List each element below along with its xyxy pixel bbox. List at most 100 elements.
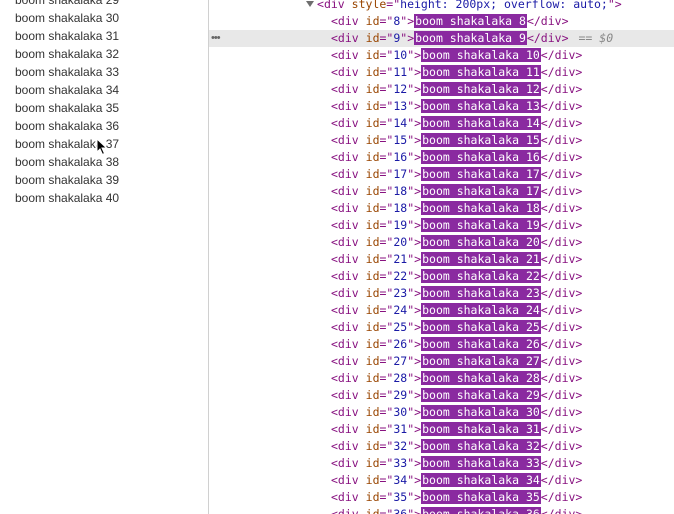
dom-node[interactable]: <div id="36">boom shakalaka 36</div>	[209, 506, 674, 514]
node-text-highlight[interactable]: boom shakalaka 12	[421, 82, 541, 96]
dom-node-parent[interactable]: <div style="height: 200px; overflow: aut…	[209, 0, 674, 13]
node-text-highlight[interactable]: boom shakalaka 32	[421, 439, 541, 453]
open-tag-bracket: <div	[331, 337, 359, 351]
close-tag: </div>	[540, 150, 583, 164]
node-text-highlight[interactable]: boom shakalaka 36	[421, 507, 541, 514]
node-text-highlight[interactable]: boom shakalaka 8	[414, 14, 527, 28]
node-text-highlight[interactable]: boom shakalaka 21	[421, 252, 541, 266]
dom-node[interactable]: <div id="10">boom shakalaka 10</div>	[209, 47, 674, 64]
dom-node[interactable]: <div id="25">boom shakalaka 25</div>	[209, 319, 674, 336]
attr-value-id: 21	[393, 252, 408, 266]
attr-eq: ="	[379, 99, 394, 113]
dom-node[interactable]: <div id="17">boom shakalaka 17</div>	[209, 166, 674, 183]
dom-node[interactable]: <div id="23">boom shakalaka 23</div>	[209, 285, 674, 302]
attr-value-id: 11	[393, 65, 408, 79]
node-text-highlight[interactable]: boom shakalaka 24	[421, 303, 541, 317]
node-text-highlight[interactable]: boom shakalaka 27	[421, 354, 541, 368]
node-text-highlight[interactable]: boom shakalaka 19	[421, 218, 541, 232]
dom-node[interactable]: <div id="33">boom shakalaka 33</div>	[209, 455, 674, 472]
node-text-highlight[interactable]: boom shakalaka 10	[421, 48, 541, 62]
open-tag-bracket: <div	[331, 65, 359, 79]
node-text-highlight[interactable]: boom shakalaka 25	[421, 320, 541, 334]
dom-node-code: <div id="10">boom shakalaka 10</div>	[331, 47, 582, 64]
node-text-highlight[interactable]: boom shakalaka 11	[421, 65, 541, 79]
dom-node[interactable]: <div id="12">boom shakalaka 12</div>	[209, 81, 674, 98]
close-tag: </div>	[540, 269, 583, 283]
dom-node-selected[interactable]: ••• <div id="9">boom shakalaka 9</div> == …	[209, 30, 674, 47]
dom-node[interactable]: <div id="27">boom shakalaka 27</div>	[209, 353, 674, 370]
node-text-highlight[interactable]: boom shakalaka 22	[421, 269, 541, 283]
dom-node[interactable]: <div id="35">boom shakalaka 35</div>	[209, 489, 674, 506]
attr-eq: ="	[379, 201, 394, 215]
list-item: boom shakalaka 30	[15, 11, 120, 25]
open-tag-bracket: <div	[331, 218, 359, 232]
dom-node-code: <div id="9">boom shakalaka 9</div> == $0	[331, 30, 613, 47]
dom-node[interactable]: <div id="26">boom shakalaka 26</div>	[209, 336, 674, 353]
scroll-container[interactable]: boom shakalaka 29 boom shakalaka 30 boom s…	[0, 0, 200, 212]
attr-name: id	[365, 14, 380, 28]
attr-eq: ="	[379, 133, 394, 147]
dom-node[interactable]: <div id="18">boom shakalaka 18</div>	[209, 200, 674, 217]
dom-node[interactable]: <div id="31">boom shakalaka 31</div>	[209, 421, 674, 438]
node-text-highlight[interactable]: boom shakalaka 13	[421, 99, 541, 113]
dom-node[interactable]: <div id="29">boom shakalaka 29</div>	[209, 387, 674, 404]
node-text-highlight[interactable]: boom shakalaka 15	[421, 133, 541, 147]
dom-node[interactable]: <div id="18">boom shakalaka 17</div>	[209, 183, 674, 200]
dom-node[interactable]: <div id="22">boom shakalaka 22</div>	[209, 268, 674, 285]
node-text-highlight[interactable]: boom shakalaka 28	[421, 371, 541, 385]
node-text-highlight[interactable]: boom shakalaka 31	[421, 422, 541, 436]
attr-name: id	[365, 371, 380, 385]
dom-node-code: <div id="29">boom shakalaka 29</div>	[331, 387, 582, 404]
more-actions-icon[interactable]: •••	[211, 30, 227, 47]
dom-node[interactable]: <div id="24">boom shakalaka 24</div>	[209, 302, 674, 319]
dom-node[interactable]: <div id="16">boom shakalaka 16</div>	[209, 149, 674, 166]
node-text-highlight[interactable]: boom shakalaka 18	[421, 201, 541, 215]
open-tag-bracket: <div	[331, 269, 359, 283]
dom-node[interactable]: <div id="28">boom shakalaka 28</div>	[209, 370, 674, 387]
dom-node-code: <div id="24">boom shakalaka 24</div>	[331, 302, 582, 319]
attr-eq: ="	[379, 167, 394, 181]
dom-node[interactable]: <div id="15">boom shakalaka 15</div>	[209, 132, 674, 149]
dom-node-code: <div id="34">boom shakalaka 34</div>	[331, 472, 582, 489]
dom-node[interactable]: <div id="34">boom shakalaka 34</div>	[209, 472, 674, 489]
node-text-highlight[interactable]: boom shakalaka 16	[421, 150, 541, 164]
dom-node-parent-code: <div style="height: 200px; overflow: aut…	[306, 0, 622, 13]
node-text-highlight[interactable]: boom shakalaka 33	[421, 456, 541, 470]
open-tag-bracket: <div	[331, 354, 359, 368]
node-text-highlight[interactable]: boom shakalaka 26	[421, 337, 541, 351]
close-tag: </div>	[526, 14, 569, 28]
node-text-highlight[interactable]: boom shakalaka 9	[414, 31, 527, 45]
node-text-highlight[interactable]: boom shakalaka 23	[421, 286, 541, 300]
attr-value-id: 26	[393, 337, 408, 351]
list-item: boom shakalaka 36	[15, 119, 120, 133]
list-item: boom shakalaka 35	[15, 101, 120, 115]
node-text-highlight[interactable]: boom shakalaka 17	[421, 167, 541, 181]
dom-node[interactable]: <div id="32">boom shakalaka 32</div>	[209, 438, 674, 455]
dom-node-code: <div id="19">boom shakalaka 19</div>	[331, 217, 582, 234]
dom-node[interactable]: <div id="21">boom shakalaka 21</div>	[209, 251, 674, 268]
close-tag: </div>	[540, 337, 583, 351]
dom-node[interactable]: <div id="13">boom shakalaka 13</div>	[209, 98, 674, 115]
node-text-highlight[interactable]: boom shakalaka 34	[421, 473, 541, 487]
attr-name: id	[365, 286, 380, 300]
attr-eq: ="	[379, 269, 394, 283]
disclosure-triangle-icon[interactable]	[306, 1, 314, 7]
attr-value-id: 14	[393, 116, 408, 130]
dom-node[interactable]: <div id="14">boom shakalaka 14</div>	[209, 115, 674, 132]
node-text-highlight[interactable]: boom shakalaka 14	[421, 116, 541, 130]
node-text-highlight[interactable]: boom shakalaka 35	[421, 490, 541, 504]
node-text-highlight[interactable]: boom shakalaka 17	[421, 184, 541, 198]
dom-node[interactable]: <div id="11">boom shakalaka 11</div>	[209, 64, 674, 81]
dom-node[interactable]: <div id="20">boom shakalaka 20</div>	[209, 234, 674, 251]
node-text-highlight[interactable]: boom shakalaka 30	[421, 405, 541, 419]
open-tag-bracket: <div	[331, 320, 359, 334]
open-tag-bracket: <div	[331, 14, 359, 28]
dom-node[interactable]: <div id="30">boom shakalaka 30</div>	[209, 404, 674, 421]
dom-node[interactable]: <div id="8">boom shakalaka 8</div>	[209, 13, 674, 30]
node-text-highlight[interactable]: boom shakalaka 29	[421, 388, 541, 402]
dom-node[interactable]: <div id="19">boom shakalaka 19</div>	[209, 217, 674, 234]
dom-node-code: <div id="16">boom shakalaka 16</div>	[331, 149, 582, 166]
node-text-highlight[interactable]: boom shakalaka 20	[421, 235, 541, 249]
attr-name: id	[365, 490, 380, 504]
open-tag-bracket: <div	[331, 252, 359, 266]
